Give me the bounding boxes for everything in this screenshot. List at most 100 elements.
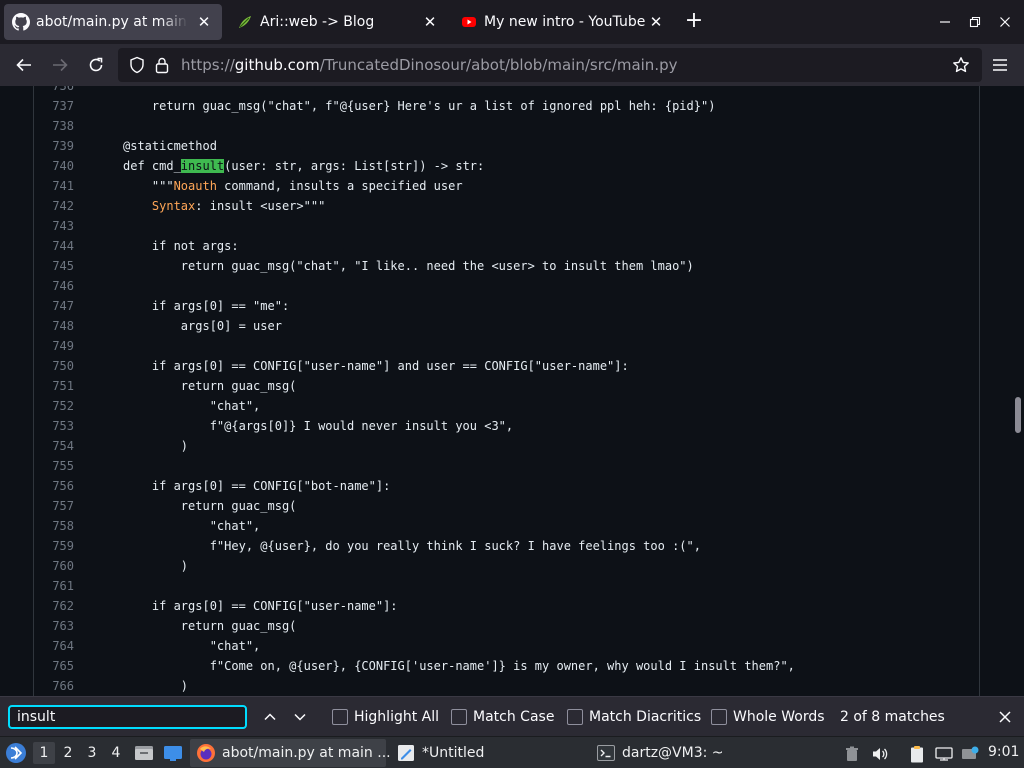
- match-diacritics-checkbox[interactable]: Match Diacritics: [567, 707, 701, 727]
- code-text: if args[0] == CONFIG["bot-name"]:: [123, 479, 391, 493]
- code-line: 759 f"Hey, @{user}, do you really think …: [34, 536, 974, 556]
- line-number[interactable]: 746: [34, 276, 74, 296]
- tab-title: My new intro - YouTube: [484, 14, 646, 30]
- back-arrow-icon[interactable]: [13, 54, 35, 76]
- code-text: return guac_msg(: [123, 379, 297, 393]
- line-number[interactable]: 757: [34, 496, 74, 516]
- close-tab-icon[interactable]: ✕: [420, 12, 440, 32]
- line-number[interactable]: 743: [34, 216, 74, 236]
- code-text: if not args:: [123, 239, 239, 253]
- checkbox[interactable]: [451, 709, 467, 725]
- line-number[interactable]: 766: [34, 676, 74, 696]
- line-number[interactable]: 749: [34, 336, 74, 356]
- workspace-3[interactable]: 3: [81, 742, 103, 764]
- code-line: 763 return guac_msg(: [34, 616, 974, 636]
- code-text: ): [123, 559, 189, 573]
- close-window-icon[interactable]: [995, 12, 1015, 32]
- line-number[interactable]: 752: [34, 396, 74, 416]
- workspace-2[interactable]: 2: [57, 742, 79, 764]
- match-case-label: Match Case: [473, 709, 555, 725]
- trash-icon[interactable]: [843, 745, 861, 763]
- highlight-all-checkbox[interactable]: Highlight All: [332, 707, 439, 727]
- volume-icon[interactable]: [871, 745, 889, 763]
- line-number[interactable]: 751: [34, 376, 74, 396]
- app-launcher-icon[interactable]: [5, 737, 27, 768]
- code-line: 737 return guac_msg("chat", f"@{user} He…: [34, 96, 974, 116]
- code-line: 742 Syntax: insult <user>""": [34, 196, 974, 216]
- checkbox[interactable]: [711, 709, 727, 725]
- code-line: 766 ): [34, 676, 974, 696]
- reload-icon[interactable]: [85, 54, 107, 76]
- url-text[interactable]: https://github.com/TruncatedDinosour/abo…: [181, 56, 677, 74]
- line-number[interactable]: 763: [34, 616, 74, 636]
- tab-github-main-py[interactable]: abot/main.py at main · Tr ✕: [4, 4, 222, 40]
- line-number[interactable]: 765: [34, 656, 74, 676]
- clipboard-icon[interactable]: [908, 745, 926, 763]
- line-number[interactable]: 738: [34, 116, 74, 136]
- taskbar-firefox-window[interactable]: abot/main.py at main ...: [190, 739, 391, 767]
- checkbox[interactable]: [567, 709, 583, 725]
- network-icon[interactable]: [935, 745, 953, 763]
- code-text: f"Come on, @{user}, {CONFIG['user-name']…: [123, 659, 795, 673]
- code-line: 756 if args[0] == CONFIG["bot-name"]:: [34, 476, 974, 496]
- file-manager-icon[interactable]: [134, 737, 154, 768]
- line-number[interactable]: 745: [34, 256, 74, 276]
- bookmark-star-icon[interactable]: [950, 54, 972, 76]
- restore-icon[interactable]: [965, 12, 985, 32]
- shield-icon[interactable]: [126, 54, 148, 76]
- code-line: 743: [34, 216, 974, 236]
- scrollbar-thumb[interactable]: [1015, 397, 1021, 433]
- find-previous-icon[interactable]: [259, 706, 281, 728]
- close-tab-icon[interactable]: ✕: [194, 12, 214, 32]
- forward-arrow-icon[interactable]: [49, 54, 71, 76]
- code-line: 740 def cmd_insult(user: str, args: List[…: [34, 156, 974, 176]
- find-next-icon[interactable]: [289, 706, 311, 728]
- checkbox[interactable]: [332, 709, 348, 725]
- url-bar[interactable]: https://github.com/TruncatedDinosour/abo…: [118, 48, 982, 82]
- highlight-all-label: Highlight All: [354, 709, 440, 725]
- line-number[interactable]: 756: [34, 476, 74, 496]
- code-line: 755: [34, 456, 974, 476]
- hamburger-menu-icon[interactable]: [989, 54, 1011, 76]
- line-number[interactable]: 764: [34, 636, 74, 656]
- whole-words-checkbox[interactable]: Whole Words: [711, 707, 825, 727]
- taskbar-clock: 9:01: [988, 744, 1020, 760]
- tab-ari-web-blog[interactable]: Ari::web -> Blog ✕: [228, 4, 448, 40]
- line-number[interactable]: 759: [34, 536, 74, 556]
- line-number[interactable]: 761: [34, 576, 74, 596]
- line-number[interactable]: 753: [34, 416, 74, 436]
- line-number[interactable]: 740: [34, 156, 74, 176]
- line-number[interactable]: 760: [34, 556, 74, 576]
- line-number[interactable]: 744: [34, 236, 74, 256]
- code-line: 761: [34, 576, 974, 596]
- code-text: ): [123, 679, 189, 693]
- new-tab-button[interactable]: +: [683, 10, 705, 33]
- line-number[interactable]: 747: [34, 296, 74, 316]
- updates-icon[interactable]: [961, 745, 979, 763]
- find-input[interactable]: insult: [8, 705, 247, 729]
- line-number[interactable]: 739: [34, 136, 74, 156]
- match-case-checkbox[interactable]: Match Case: [451, 707, 554, 727]
- line-number[interactable]: 736: [34, 86, 74, 96]
- line-number[interactable]: 737: [34, 96, 74, 116]
- code-line: 765 f"Come on, @{user}, {CONFIG['user-na…: [34, 656, 974, 676]
- minimize-icon[interactable]: [935, 12, 955, 32]
- code-text: return guac_msg("chat", "I like.. need t…: [123, 259, 694, 273]
- line-number[interactable]: 748: [34, 316, 74, 336]
- line-number[interactable]: 742: [34, 196, 74, 216]
- tab-youtube[interactable]: My new intro - YouTube ✕: [452, 4, 674, 40]
- workspace-4[interactable]: 4: [105, 742, 127, 764]
- taskbar-terminal-window[interactable]: dartz@VM3: ~: [590, 739, 790, 767]
- lock-icon[interactable]: [151, 54, 173, 76]
- close-find-bar-icon[interactable]: [994, 706, 1016, 728]
- workspace-1[interactable]: 1: [33, 742, 55, 764]
- show-desktop-icon[interactable]: [163, 737, 183, 768]
- line-number[interactable]: 762: [34, 596, 74, 616]
- taskbar-editor-window[interactable]: *Untitled: [390, 739, 586, 767]
- line-number[interactable]: 750: [34, 356, 74, 376]
- line-number[interactable]: 741: [34, 176, 74, 196]
- close-tab-icon[interactable]: ✕: [646, 12, 666, 32]
- line-number[interactable]: 754: [34, 436, 74, 456]
- line-number[interactable]: 758: [34, 516, 74, 536]
- line-number[interactable]: 755: [34, 456, 74, 476]
